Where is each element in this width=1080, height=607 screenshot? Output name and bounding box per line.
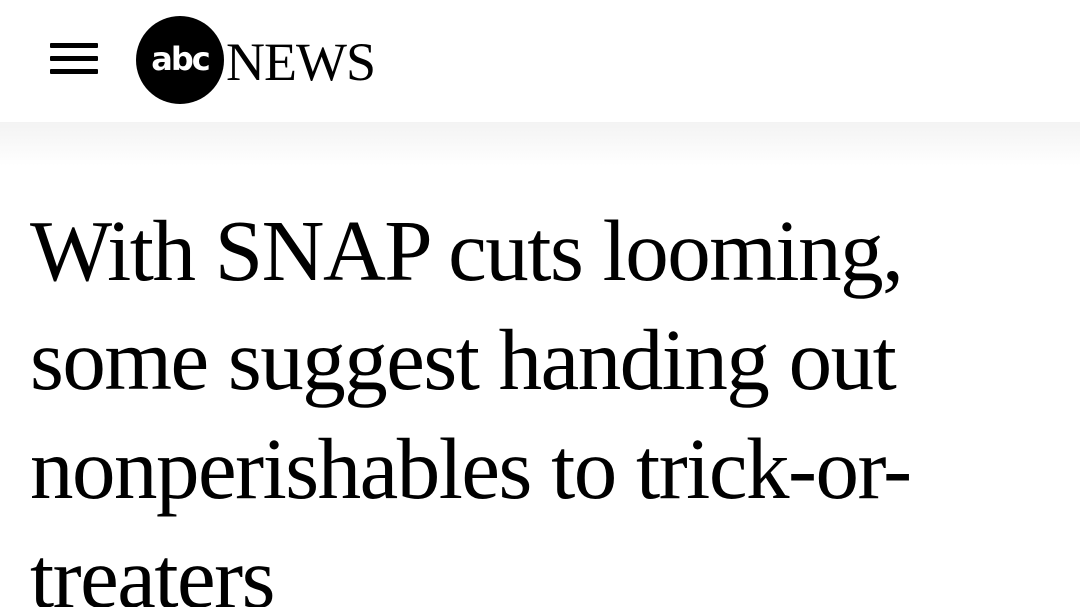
article-headline: With SNAP cuts looming, some suggest han…: [30, 202, 912, 607]
abc-logo-circle: abc: [136, 16, 224, 104]
abc-logo-mark-text: abc: [151, 40, 210, 78]
news-wordmark: NEWS: [226, 32, 376, 92]
menu-button[interactable]: [44, 36, 104, 82]
menu-icon-line: [50, 69, 98, 74]
menu-icon-line: [50, 56, 98, 61]
article-page: abc NEWS With SNAP cuts looming, some su…: [0, 0, 1080, 607]
header-shadow: [0, 122, 1080, 166]
menu-icon-line: [50, 43, 98, 48]
hamburger-menu-icon: [50, 42, 98, 76]
site-header: abc NEWS: [0, 0, 1080, 122]
abc-news-logo[interactable]: abc NEWS: [136, 16, 406, 104]
